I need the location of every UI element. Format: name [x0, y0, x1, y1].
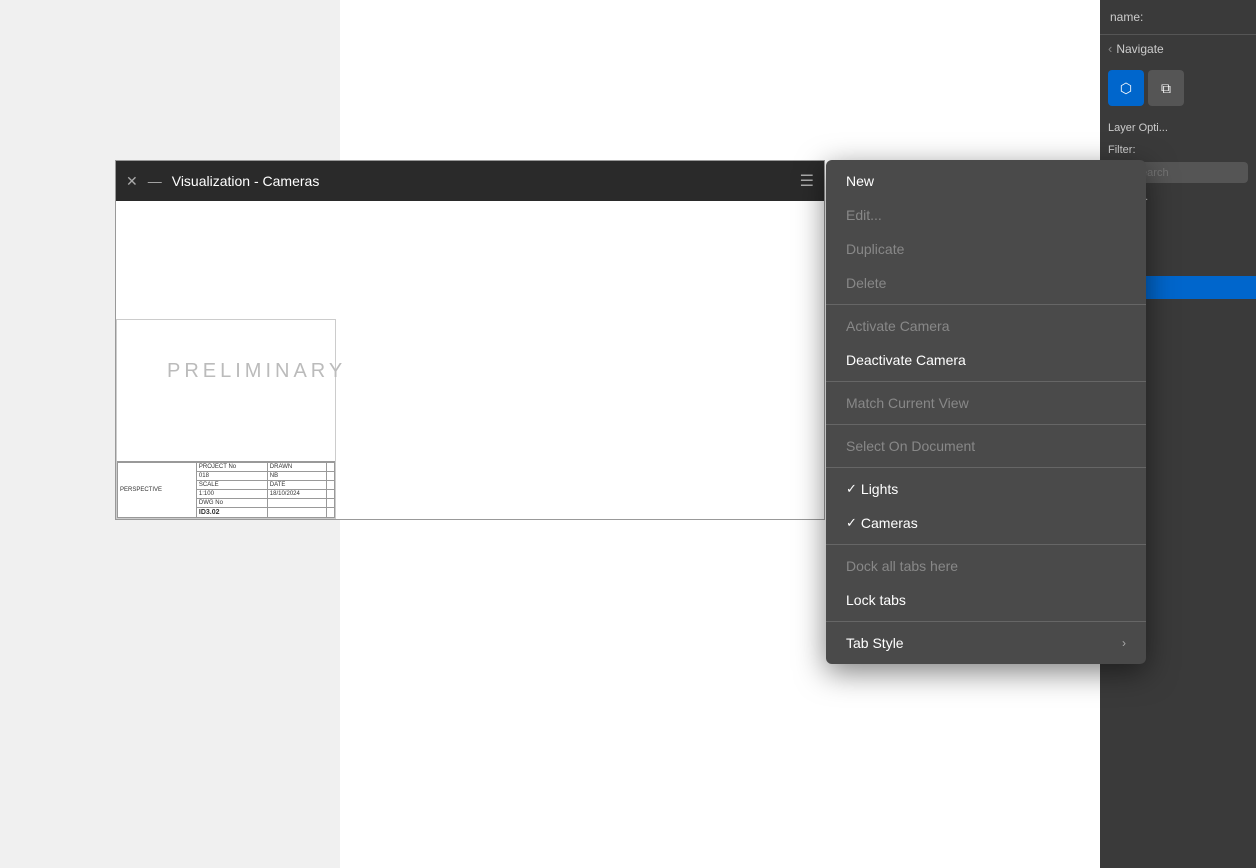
- menu-item-dock-all-tabs: Dock all tabs here: [826, 549, 1146, 583]
- cameras-checkmark: ✓: [846, 515, 857, 531]
- scale-value: 1:100: [196, 490, 267, 499]
- navigate-back-icon[interactable]: ‹: [1108, 41, 1112, 56]
- close-button[interactable]: ✕: [126, 173, 138, 190]
- menu-item-edit: Edit...: [826, 198, 1146, 232]
- sidebar-navigate-row: ‹ Navigate: [1100, 35, 1256, 62]
- filter-row: Filter:: [1100, 142, 1256, 158]
- separator-2: [826, 381, 1146, 382]
- drawing-content: PRELIMINARY PERSPECTIVE PROJECT No DRAWN…: [116, 319, 336, 519]
- menu-item-cameras[interactable]: ✓ Cameras: [826, 506, 1146, 540]
- visualization-window: ✕ — Visualization - Cameras ☰ PRELIMINAR…: [115, 160, 825, 520]
- scale-label: SCALE: [196, 481, 267, 490]
- separator-3: [826, 424, 1146, 425]
- project-value: 018: [196, 472, 267, 481]
- separator-1: [826, 304, 1146, 305]
- menu-button[interactable]: ☰: [800, 171, 814, 191]
- dwg-label: DWG No: [196, 499, 267, 508]
- context-menu: New Edit... Duplicate Delete Activate Ca…: [826, 160, 1146, 664]
- submenu-arrow-icon: ›: [1122, 636, 1126, 650]
- menu-item-activate-camera: Activate Camera: [826, 309, 1146, 343]
- sidebar-name-header: name:: [1100, 0, 1256, 35]
- sidebar-nav-icons: ⬡ ⧉: [1100, 62, 1256, 114]
- menu-item-deactivate-camera[interactable]: Deactivate Camera: [826, 343, 1146, 377]
- separator-5: [826, 544, 1146, 545]
- layers-icon: ⧉: [1161, 80, 1171, 97]
- menu-item-select-on-document: Select On Document: [826, 429, 1146, 463]
- window-title: Visualization - Cameras: [172, 173, 790, 189]
- date-label: DATE: [267, 481, 326, 490]
- menu-item-new[interactable]: New: [826, 164, 1146, 198]
- nodes-icon: ⬡: [1120, 80, 1132, 97]
- separator-6: [826, 621, 1146, 622]
- viz-content: PRELIMINARY PERSPECTIVE PROJECT No DRAWN…: [116, 201, 824, 519]
- lights-checkmark: ✓: [846, 481, 857, 497]
- filter-label: Filter:: [1108, 144, 1136, 156]
- separator-4: [826, 467, 1146, 468]
- viz-titlebar: ✕ — Visualization - Cameras ☰: [116, 161, 824, 201]
- menu-item-tab-style[interactable]: Tab Style ›: [826, 626, 1146, 660]
- navigate-label: Navigate: [1116, 42, 1163, 56]
- layers-icon-button[interactable]: ⧉: [1148, 70, 1184, 106]
- menu-item-delete: Delete: [826, 266, 1146, 300]
- perspective-label: PERSPECTIVE: [118, 463, 197, 518]
- project-label: PROJECT No: [196, 463, 267, 472]
- minimize-button[interactable]: —: [148, 173, 162, 189]
- date-value: 18/10/2024: [267, 490, 326, 499]
- dwg-value: ID3.02: [196, 508, 267, 518]
- menu-item-lights[interactable]: ✓ Lights: [826, 472, 1146, 506]
- layer-options-section: Layer Opti...: [1100, 114, 1256, 142]
- drawn-value: NB: [267, 472, 326, 481]
- drawn-label: DRAWN: [267, 463, 326, 472]
- nodes-icon-button[interactable]: ⬡: [1108, 70, 1144, 106]
- menu-item-match-current-view: Match Current View: [826, 386, 1146, 420]
- watermark: PRELIMINARY: [167, 360, 346, 383]
- menu-item-lock-tabs[interactable]: Lock tabs: [826, 583, 1146, 617]
- menu-item-duplicate: Duplicate: [826, 232, 1146, 266]
